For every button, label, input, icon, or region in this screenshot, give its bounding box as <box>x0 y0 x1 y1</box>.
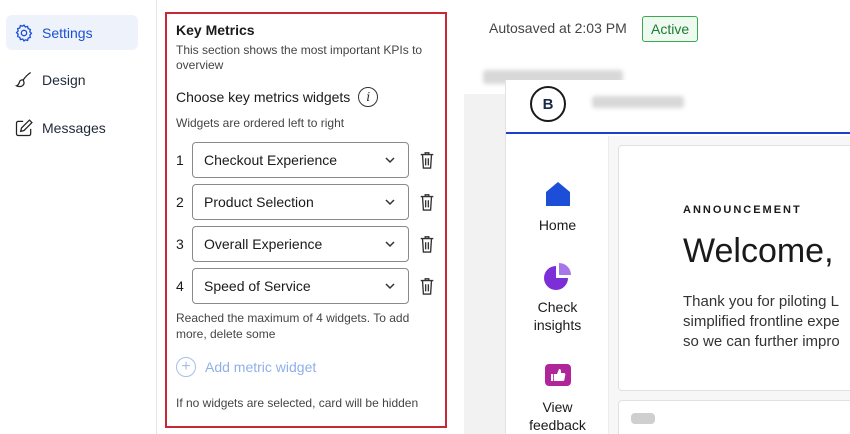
section-label: Choose key metrics widgets <box>176 89 351 105</box>
chevron-down-icon <box>385 241 395 248</box>
plus-circle-icon: + <box>176 357 196 377</box>
widget-row: 2 Product Selection <box>176 184 437 220</box>
preview-nav-insights[interactable]: Check insights <box>506 260 609 334</box>
left-nav: Settings Design Messages <box>0 0 152 434</box>
chevron-down-icon <box>385 283 395 290</box>
preview-nav-feedback[interactable]: View feedback <box>506 360 609 434</box>
preview-header: B <box>506 80 850 134</box>
gear-icon <box>15 23 33 42</box>
status-badge: Active <box>642 16 699 42</box>
panel-description: This section shows the most important KP… <box>176 43 423 72</box>
nav-divider <box>156 0 157 434</box>
trash-icon[interactable] <box>417 233 437 255</box>
trash-icon[interactable] <box>417 149 437 171</box>
blurred-brand-name <box>592 96 684 108</box>
widget-select[interactable]: Product Selection <box>192 184 409 220</box>
widget-select-value: Overall Experience <box>204 236 323 252</box>
widget-number: 3 <box>176 236 184 252</box>
add-metric-widget-button[interactable]: + Add metric widget <box>176 357 437 377</box>
widget-select-value: Checkout Experience <box>204 152 338 168</box>
brand-logo: B <box>530 86 566 122</box>
device-preview: B Home Check insights View feedback ANNO… <box>505 80 850 434</box>
app-root: Settings Design Messages Key Metrics Thi… <box>0 0 850 434</box>
widget-number: 1 <box>176 152 184 168</box>
trash-icon[interactable] <box>417 191 437 213</box>
widget-select-value: Product Selection <box>204 194 314 210</box>
key-metrics-panel: Key Metrics This section shows the most … <box>165 12 447 428</box>
announcement-card: ANNOUNCEMENT Welcome, Thank you for pilo… <box>618 145 850 391</box>
nav-item-messages[interactable]: Messages <box>6 110 138 145</box>
home-icon <box>545 182 570 206</box>
preview-nav-label: Home <box>538 217 577 233</box>
brush-icon <box>14 71 32 87</box>
panel-title: Key Metrics <box>176 22 255 38</box>
announcement-title: Welcome, <box>683 232 834 270</box>
section-hint: Widgets are ordered left to right <box>176 116 345 130</box>
widget-select[interactable]: Checkout Experience <box>192 142 409 178</box>
nav-item-settings[interactable]: Settings <box>6 15 138 50</box>
preview-nav-home[interactable]: Home <box>506 178 609 234</box>
autosave-status: Autosaved at 2:03 PM <box>489 20 627 36</box>
widget-select[interactable]: Overall Experience <box>192 226 409 262</box>
widget-row: 3 Overall Experience <box>176 226 437 262</box>
chevron-down-icon <box>385 157 395 164</box>
widget-number: 4 <box>176 278 184 294</box>
preview-main: ANNOUNCEMENT Welcome, Thank you for pilo… <box>609 136 850 434</box>
chevron-down-icon <box>385 199 395 206</box>
nav-item-label: Design <box>42 71 86 88</box>
nav-item-design[interactable]: Design <box>6 62 138 97</box>
widget-select[interactable]: Speed of Service <box>192 268 409 304</box>
card-placeholder <box>631 413 655 424</box>
nav-item-label: Settings <box>42 24 93 41</box>
announcement-body: Thank you for piloting L simplified fron… <box>683 292 840 352</box>
feedback-icon <box>544 364 571 386</box>
nav-item-label: Messages <box>42 119 106 136</box>
add-widget-label: Add metric widget <box>205 359 317 375</box>
info-icon[interactable]: i <box>358 87 379 107</box>
announcement-line: simplified frontline expe <box>683 313 840 330</box>
widget-row: 1 Checkout Experience <box>176 142 437 178</box>
max-widgets-note: Reached the maximum of 4 widgets. To add… <box>176 311 410 341</box>
widget-list: 1 Checkout Experience 2 Product Selectio… <box>176 142 437 304</box>
widget-row: 4 Speed of Service <box>176 268 437 304</box>
announcement-label: ANNOUNCEMENT <box>683 204 802 216</box>
hidden-card-note: If no widgets are selected, card will be… <box>176 396 419 410</box>
announcement-line: so we can further impro <box>683 333 840 350</box>
preview-sidebar: Home Check insights View feedback <box>506 136 609 434</box>
edit-icon <box>15 118 33 136</box>
preview-card <box>618 400 850 434</box>
widget-number: 2 <box>176 194 184 210</box>
preview-nav-label: View feedback <box>529 399 586 433</box>
pie-chart-icon <box>543 263 571 290</box>
preview-nav-label: Check insights <box>533 299 582 333</box>
announcement-line: Thank you for piloting L <box>683 293 839 310</box>
widget-select-value: Speed of Service <box>204 278 311 294</box>
trash-icon[interactable] <box>417 275 437 297</box>
section-header: Choose key metrics widgets i <box>176 87 437 107</box>
